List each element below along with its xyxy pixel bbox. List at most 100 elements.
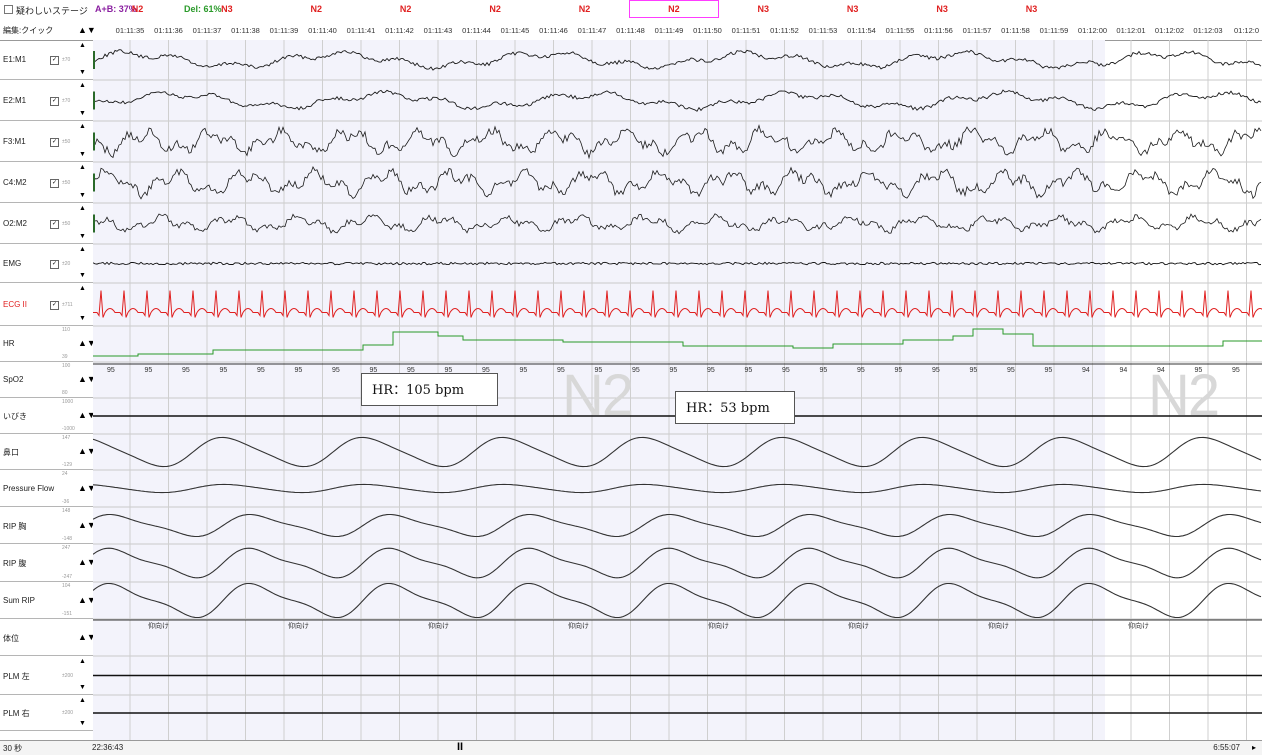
stage-label-0[interactable]: N2 xyxy=(93,4,182,14)
time-tick-18: 01:11:53 xyxy=(808,26,838,35)
time-tick-6: 01:11:41 xyxy=(346,26,376,35)
channel-name: EMG xyxy=(3,258,22,268)
scale-up-arrow-icon[interactable]: ▲ xyxy=(79,205,86,212)
scale-down-arrow-icon[interactable]: ▼ xyxy=(79,272,86,279)
time-tick-5: 01:11:40 xyxy=(308,26,337,35)
stage-label-7[interactable]: N3 xyxy=(719,4,808,14)
scale-up-arrow-icon[interactable]: ▲ xyxy=(79,164,86,171)
scale-down-arrow-icon[interactable]: ▼ xyxy=(79,110,86,117)
spo2-value: 95 xyxy=(520,367,528,374)
spo2-value: 95 xyxy=(707,367,715,374)
time-axis-row: 編集:クイック ▲▼ 01:11:35 01:11:36 01:11:37 01:11… xyxy=(0,20,1262,41)
channel-row-9[interactable]: いびき 1000 -1000 ▲▼ xyxy=(0,398,96,434)
channel-row-4[interactable]: O2:M2 ✓ ±50 ▲ ▼ xyxy=(0,203,93,244)
time-tick-2: 01:11:37 xyxy=(192,26,222,35)
position-label: 仰向け xyxy=(568,621,589,630)
stage-label-4[interactable]: N2 xyxy=(451,4,540,14)
channel-range-bottom: -247 xyxy=(62,574,73,580)
updown-arrows-button[interactable]: ▲▼ xyxy=(78,25,96,35)
stage-label-10[interactable]: N3 xyxy=(987,4,1076,14)
channel-row-7[interactable]: HR 110 39 ▲▼ xyxy=(0,326,96,362)
channel-range-bottom: -36 xyxy=(62,499,70,505)
channel-scale: ±50 xyxy=(62,179,71,186)
scale-up-arrow-icon[interactable]: ▲ xyxy=(79,246,86,253)
spo2-value: 95 xyxy=(932,367,940,374)
scale-down-arrow-icon[interactable]: ▼ xyxy=(79,315,86,322)
spo2-value: 95 xyxy=(257,367,265,374)
channel-visible-checkbox[interactable]: ✓ xyxy=(50,56,59,65)
scale-down-arrow-icon[interactable]: ▼ xyxy=(79,684,86,691)
channel-row-10[interactable]: 鼻口 147 -129 ▲▼ xyxy=(0,434,96,470)
time-tick-23: 01:11:58 xyxy=(1001,26,1030,35)
scale-down-arrow-icon[interactable]: ▼ xyxy=(79,720,86,727)
channel-row-17[interactable]: PLM 右 ±200 ▲ ▼ xyxy=(0,695,93,731)
channel-visible-checkbox[interactable]: ✓ xyxy=(50,178,59,188)
channel-name: PLM 左 xyxy=(3,671,30,681)
time-tick-0: 01:11:35 xyxy=(115,26,145,35)
channel-row-5[interactable]: EMG ✓ ±20 ▲ ▼ xyxy=(0,244,93,283)
stage-label-9[interactable]: N3 xyxy=(898,4,987,14)
spo2-value: 95 xyxy=(1232,367,1240,374)
channel-row-2[interactable]: F3:M1 ✓ ±50 ▲ ▼ xyxy=(0,121,93,162)
scale-up-arrow-icon[interactable]: ▲ xyxy=(79,658,86,665)
scale-down-arrow-icon[interactable]: ▼ xyxy=(79,151,86,158)
channel-name: Pressure Flow xyxy=(3,483,55,493)
spo2-value: 95 xyxy=(670,367,678,374)
scale-down-arrow-icon[interactable]: ▼ xyxy=(79,233,86,240)
channel-range-bottom: -1000 xyxy=(62,426,75,432)
position-label: 仰向け xyxy=(1128,621,1149,630)
epoch-length[interactable]: 30 秒 xyxy=(3,743,22,754)
channel-row-8[interactable]: SpO2 100 80 ▲▼ xyxy=(0,362,96,398)
scale-up-arrow-icon[interactable]: ▲ xyxy=(79,42,86,49)
channel-name: F3:M1 xyxy=(3,136,26,146)
channel-scale: ±70 xyxy=(62,57,71,63)
channel-name: 鼻口 xyxy=(3,448,19,457)
time-tick-13: 01:11:48 xyxy=(616,26,645,35)
channel-row-12[interactable]: RIP 胸 148 -148 ▲▼ xyxy=(0,507,96,544)
scroll-right-arrow-icon[interactable]: ▸ xyxy=(1252,743,1256,752)
channel-name: 体位 xyxy=(3,633,19,643)
scale-up-arrow-icon[interactable]: ▲ xyxy=(79,82,86,89)
channel-row-11[interactable]: Pressure Flow 24 -36 ▲▼ xyxy=(0,470,96,507)
time-tick-8: 01:11:43 xyxy=(423,26,453,35)
channel-row-15[interactable]: 体位 ▲▼ xyxy=(0,619,96,656)
channel-name: SpO2 xyxy=(3,375,24,384)
channel-visible-checkbox[interactable]: ✓ xyxy=(50,259,59,269)
channel-row-1[interactable]: E2:M1 ✓ ±70 ▲ ▼ xyxy=(0,80,93,121)
spo2-value: 94 xyxy=(1082,367,1090,374)
scale-up-arrow-icon[interactable]: ▲ xyxy=(79,697,86,704)
stage-label-1[interactable]: N3 xyxy=(182,4,271,14)
channel-row-3[interactable]: C4:M2 ✓ ±50 ▲ ▼ xyxy=(0,162,93,203)
stage-label-3[interactable]: N2 xyxy=(361,4,450,14)
channel-range-bottom: 80 xyxy=(62,390,68,396)
channel-range-top: 104 xyxy=(62,583,71,589)
channel-name: RIP 胸 xyxy=(3,521,27,531)
channel-range-bottom: 39 xyxy=(62,354,68,360)
record-start-time: 22:36:43 xyxy=(92,743,124,752)
ambiguous-stage-checkbox[interactable] xyxy=(4,5,13,14)
channel-row-13[interactable]: RIP 腹 247 -247 ▲▼ xyxy=(0,544,96,582)
channel-visible-checkbox[interactable]: ✓ xyxy=(50,137,59,147)
channel-visible-checkbox[interactable]: ✓ xyxy=(50,300,59,310)
scale-up-arrow-icon[interactable]: ▲ xyxy=(79,285,86,292)
channel-row-6[interactable]: ECG II ✓ ±711 ▲ ▼ xyxy=(0,283,93,326)
time-tick-15: 01:11:50 xyxy=(693,26,722,35)
scale-down-arrow-icon[interactable]: ▼ xyxy=(79,192,86,199)
scale-up-arrow-icon[interactable]: ▲ xyxy=(79,123,86,130)
spo2-value: 95 xyxy=(782,367,790,374)
stage-label-8[interactable]: N3 xyxy=(808,4,897,14)
channel-row-0[interactable]: E1:M1 ✓ ±70 ▲ ▼ xyxy=(0,40,93,80)
scale-down-arrow-icon[interactable]: ▼ xyxy=(79,69,86,76)
spo2-value: 95 xyxy=(1045,367,1053,374)
channel-visible-checkbox[interactable]: ✓ xyxy=(50,96,59,106)
stage-label-2[interactable]: N2 xyxy=(272,4,361,14)
channel-row-14[interactable]: Sum RIP 104 -151 ▲▼ xyxy=(0,582,96,619)
channel-scale: ±50 xyxy=(62,220,71,227)
spo2-value: 95 xyxy=(107,367,115,374)
channel-visible-checkbox[interactable]: ✓ xyxy=(50,219,59,229)
stage-label-5[interactable]: N2 xyxy=(540,4,629,14)
channel-range-top: 1000 xyxy=(62,399,74,405)
channel-row-16[interactable]: PLM 左 ±200 ▲ ▼ xyxy=(0,656,93,695)
signal-plot-area[interactable]: 95 95 95 95 95 95 95 95 95 95 95 95 95 95 95 95 95 95 95 95… xyxy=(93,40,1262,740)
pause-button[interactable]: II xyxy=(457,741,463,753)
